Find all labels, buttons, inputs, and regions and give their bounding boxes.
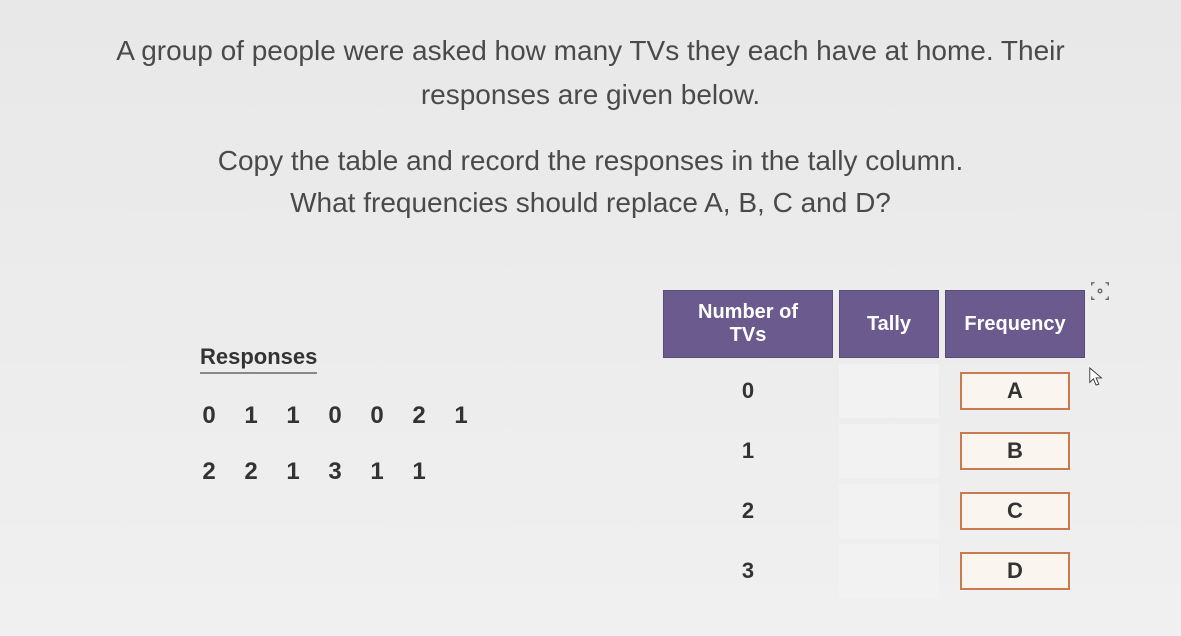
responses-row-1: 0 1 1 0 0 2 1 [200, 402, 470, 430]
cell-tally[interactable] [839, 364, 939, 418]
response-value: 0 [368, 402, 386, 430]
cell-frequency: D [945, 544, 1085, 598]
header-tally: Tally [839, 290, 939, 358]
question-instruction: Copy the table and record the responses … [40, 140, 1141, 224]
cell-tally[interactable] [839, 424, 939, 478]
response-value: 0 [326, 402, 344, 430]
frequency-table: Number of TVs Tally Frequency 0 A 1 B 2 … [657, 284, 1091, 604]
cell-frequency: C [945, 484, 1085, 538]
table-row: 1 B [663, 424, 1085, 478]
cell-number: 3 [663, 544, 833, 598]
instruction-line2: What frequencies should replace A, B, C … [40, 182, 1141, 224]
cell-tally[interactable] [839, 544, 939, 598]
answer-box-d[interactable]: D [960, 552, 1070, 590]
response-value: 0 [200, 402, 218, 430]
response-value: 1 [284, 402, 302, 430]
question-line1: A group of people were asked how many TV… [40, 30, 1141, 72]
content-area: Responses 0 1 1 0 0 2 1 2 2 1 3 1 1 Numb… [40, 284, 1141, 604]
answer-box-a[interactable]: A [960, 372, 1070, 410]
answer-box-c[interactable]: C [960, 492, 1070, 530]
screenshot-icon[interactable] [1089, 280, 1111, 308]
cell-number: 1 [663, 424, 833, 478]
response-value: 1 [452, 402, 470, 430]
response-value: 1 [284, 458, 302, 486]
cell-tally[interactable] [839, 484, 939, 538]
response-value: 2 [200, 458, 218, 486]
answer-box-b[interactable]: B [960, 432, 1070, 470]
question-intro: A group of people were asked how many TV… [40, 30, 1141, 116]
cell-number: 0 [663, 364, 833, 418]
response-value: 1 [242, 402, 260, 430]
table-row: 0 A [663, 364, 1085, 418]
response-value: 1 [368, 458, 386, 486]
cell-frequency: B [945, 424, 1085, 478]
responses-row-2: 2 2 1 3 1 1 [200, 458, 470, 486]
table-row: 3 D [663, 544, 1085, 598]
cell-frequency: A [945, 364, 1085, 418]
header-number-tvs: Number of TVs [663, 290, 833, 358]
responses-block: Responses 0 1 1 0 0 2 1 2 2 1 3 1 1 [200, 344, 470, 514]
response-value: 3 [326, 458, 344, 486]
response-value: 2 [410, 402, 428, 430]
table-row: 2 C [663, 484, 1085, 538]
instruction-line1: Copy the table and record the responses … [40, 140, 1141, 182]
header-frequency: Frequency [945, 290, 1085, 358]
cell-number: 2 [663, 484, 833, 538]
response-value: 1 [410, 458, 428, 486]
responses-title: Responses [200, 344, 317, 374]
response-value: 2 [242, 458, 260, 486]
question-line2: responses are given below. [40, 74, 1141, 116]
